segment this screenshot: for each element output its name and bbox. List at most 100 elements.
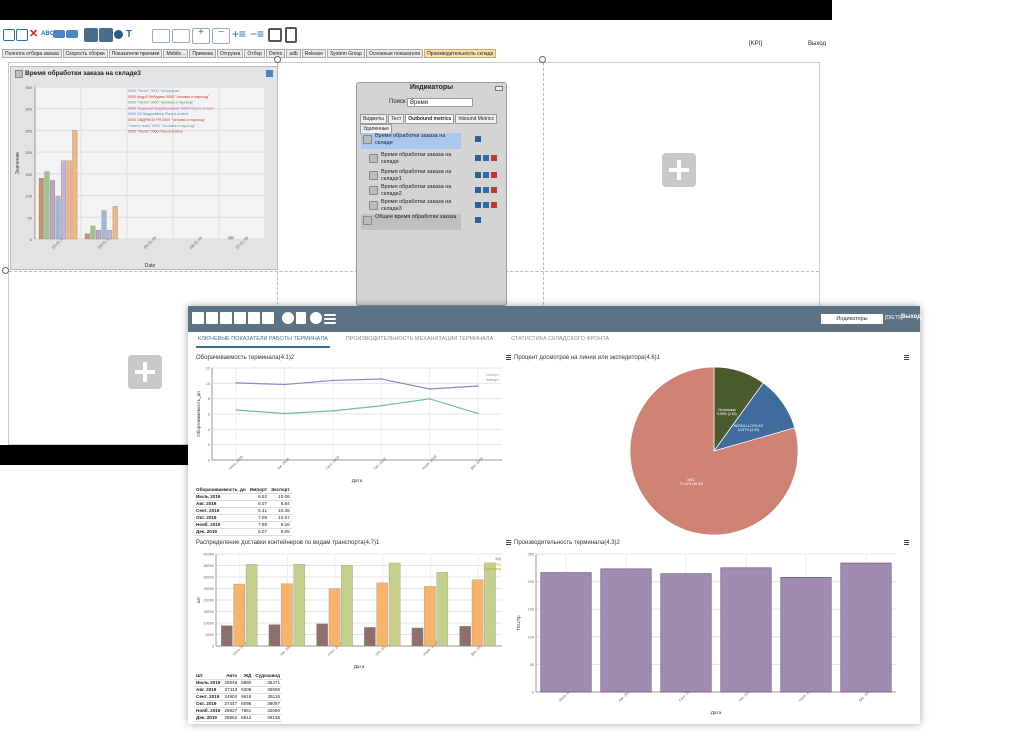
widget-bar-chart[interactable]: Время обработки заказа на складе3 350 300… bbox=[10, 66, 278, 270]
dashboard-tab[interactable]: Полнота отбора заказа bbox=[2, 49, 62, 58]
copy-icon[interactable] bbox=[475, 217, 481, 223]
copy-icon[interactable] bbox=[16, 29, 28, 41]
indicator-checkbox[interactable] bbox=[369, 154, 378, 163]
indicator-item[interactable]: Время обработки заказа на складе bbox=[361, 133, 461, 149]
copy-icon[interactable] bbox=[206, 312, 218, 324]
exit-link[interactable]: Выход bbox=[808, 41, 826, 47]
dashboard-tab[interactable]: Release bbox=[301, 49, 327, 58]
dashboard-tab[interactable]: Приемка bbox=[189, 49, 216, 58]
copy-icon[interactable] bbox=[475, 155, 481, 161]
edit-icon[interactable] bbox=[491, 172, 497, 178]
front-tab[interactable]: ПРОИЗВОДИТЕЛЬНОСТЬ МЕХАНИЗАЦИИ ТЕРМИНАЛА bbox=[344, 334, 495, 348]
resize-handle-icon[interactable] bbox=[274, 56, 281, 63]
dashboard-tab[interactable]: adb bbox=[286, 49, 301, 58]
bar bbox=[221, 625, 233, 647]
front-tab[interactable]: СТАТИСТИКА СКЛАДСКОГО ФРОНТА bbox=[509, 334, 611, 348]
indicator-item[interactable]: Время обработки заказа на складе2 bbox=[367, 184, 461, 198]
indicator-item[interactable]: Время обработки заказа на складе bbox=[367, 152, 461, 166]
image-icon[interactable] bbox=[248, 312, 260, 324]
indicators-button[interactable]: Индикаторы bbox=[821, 314, 883, 324]
menu-icon[interactable] bbox=[324, 314, 336, 316]
text-abc-icon[interactable]: ABC bbox=[41, 31, 54, 43]
front-tab[interactable]: КЛЮЧЕВЫЕ ПОКАЗАТЕЛИ РАБОТЫ ТЕРМИНАЛА bbox=[196, 334, 330, 348]
indicator-tab[interactable]: Inbound Metrics bbox=[455, 114, 497, 124]
y-tick-label: 40000 bbox=[203, 553, 214, 557]
add-widget-icon[interactable] bbox=[3, 29, 15, 41]
document-icon[interactable] bbox=[285, 27, 297, 43]
exit-link[interactable]: Выход bbox=[901, 314, 921, 320]
indicator-tab[interactable]: Тест bbox=[387, 114, 405, 124]
text-a-icon[interactable] bbox=[234, 312, 246, 324]
copy-icon[interactable] bbox=[475, 172, 481, 178]
table-cell: 36097 bbox=[253, 700, 282, 708]
add-row-icon[interactable]: +≡ bbox=[232, 28, 248, 44]
trash-icon[interactable] bbox=[220, 312, 232, 324]
add-widget-plus-icon[interactable] bbox=[662, 153, 696, 187]
legend-entry: Импорт bbox=[486, 373, 499, 377]
indicator-item[interactable]: Общее время обработки заказа bbox=[361, 214, 461, 230]
widget-settings-icon[interactable] bbox=[266, 70, 273, 77]
add-widget-plus-icon[interactable] bbox=[128, 355, 162, 389]
data-point bbox=[235, 382, 237, 384]
indicator-checkbox[interactable] bbox=[363, 135, 372, 144]
resize-handle-icon[interactable] bbox=[2, 267, 9, 274]
panel1-menu-icon[interactable] bbox=[506, 355, 511, 360]
preview-eye-icon[interactable] bbox=[84, 28, 98, 42]
indicator-tab[interactable]: Outbound metrics bbox=[405, 114, 455, 124]
panel2-menu-icon[interactable] bbox=[904, 355, 909, 360]
indicator-checkbox[interactable] bbox=[363, 216, 372, 225]
layout-grid-icon[interactable] bbox=[152, 29, 170, 43]
dashboard-tab[interactable]: Производительность склада bbox=[424, 49, 497, 58]
widget-bar bbox=[107, 230, 113, 240]
indicator-tab[interactable]: Виджеты bbox=[360, 114, 387, 124]
dashboard-tab[interactable]: Скорость сборки bbox=[62, 49, 108, 58]
bar bbox=[281, 583, 293, 647]
table-header-cell: Импорт bbox=[247, 487, 270, 494]
image2-icon[interactable] bbox=[66, 30, 78, 38]
image-icon[interactable] bbox=[53, 30, 65, 38]
dashboard-tab[interactable]: System Group bbox=[327, 49, 366, 58]
bar bbox=[720, 567, 772, 693]
search-input[interactable]: Время bbox=[407, 98, 473, 107]
indicator-checkbox[interactable] bbox=[369, 186, 378, 195]
text-icon[interactable] bbox=[483, 155, 489, 161]
text-icon[interactable] bbox=[483, 187, 489, 193]
text-icon[interactable] bbox=[483, 172, 489, 178]
gear-icon[interactable] bbox=[310, 312, 322, 324]
copy-icon[interactable] bbox=[475, 202, 481, 208]
dashboard-tab[interactable]: Основные показатели bbox=[366, 49, 424, 58]
indicator-item[interactable]: Время обработки заказа на складе1 bbox=[367, 169, 461, 183]
dashboard-tab[interactable]: Показатели приемки bbox=[108, 49, 163, 58]
edit-icon[interactable] bbox=[491, 187, 497, 193]
indicators-title: Индикаторы bbox=[409, 84, 454, 91]
remove-column-icon[interactable]: − bbox=[212, 28, 230, 44]
layout-cols-icon[interactable] bbox=[172, 29, 190, 43]
dashboard-tab[interactable]: Отбор bbox=[244, 49, 266, 58]
resize-handle-icon[interactable] bbox=[539, 56, 546, 63]
edit-pencil-icon[interactable] bbox=[99, 28, 113, 42]
indicator-checkbox[interactable] bbox=[369, 171, 378, 180]
delete-icon[interactable]: ✕ bbox=[29, 29, 41, 41]
indicator-checkbox[interactable] bbox=[369, 201, 378, 210]
add-column-icon[interactable]: + bbox=[192, 28, 210, 44]
dashboard-tab[interactable]: Отгрузка bbox=[216, 49, 244, 58]
table-icon[interactable] bbox=[268, 28, 282, 42]
indicator-item[interactable]: Время обработки заказа на складе3 bbox=[367, 199, 461, 213]
panel3-menu-icon[interactable] bbox=[506, 540, 511, 545]
eye-icon[interactable] bbox=[282, 312, 294, 324]
copy-icon[interactable] bbox=[475, 136, 481, 142]
pencil-icon[interactable] bbox=[296, 312, 306, 324]
add-icon[interactable] bbox=[192, 312, 204, 324]
minimize-icon[interactable] bbox=[495, 86, 503, 91]
copy-icon[interactable] bbox=[475, 187, 481, 193]
panel4-menu-icon[interactable] bbox=[904, 540, 909, 545]
text-icon[interactable] bbox=[483, 202, 489, 208]
widget-checkbox[interactable] bbox=[15, 70, 23, 78]
edit-icon[interactable] bbox=[491, 155, 497, 161]
settings-icon[interactable] bbox=[114, 30, 123, 39]
document-icon[interactable] bbox=[262, 312, 274, 324]
dashboard-tab[interactable]: Mobile... bbox=[163, 49, 189, 58]
remove-row-icon[interactable]: −≡ bbox=[250, 28, 266, 44]
text-icon[interactable]: T bbox=[126, 29, 138, 41]
edit-icon[interactable] bbox=[491, 202, 497, 208]
